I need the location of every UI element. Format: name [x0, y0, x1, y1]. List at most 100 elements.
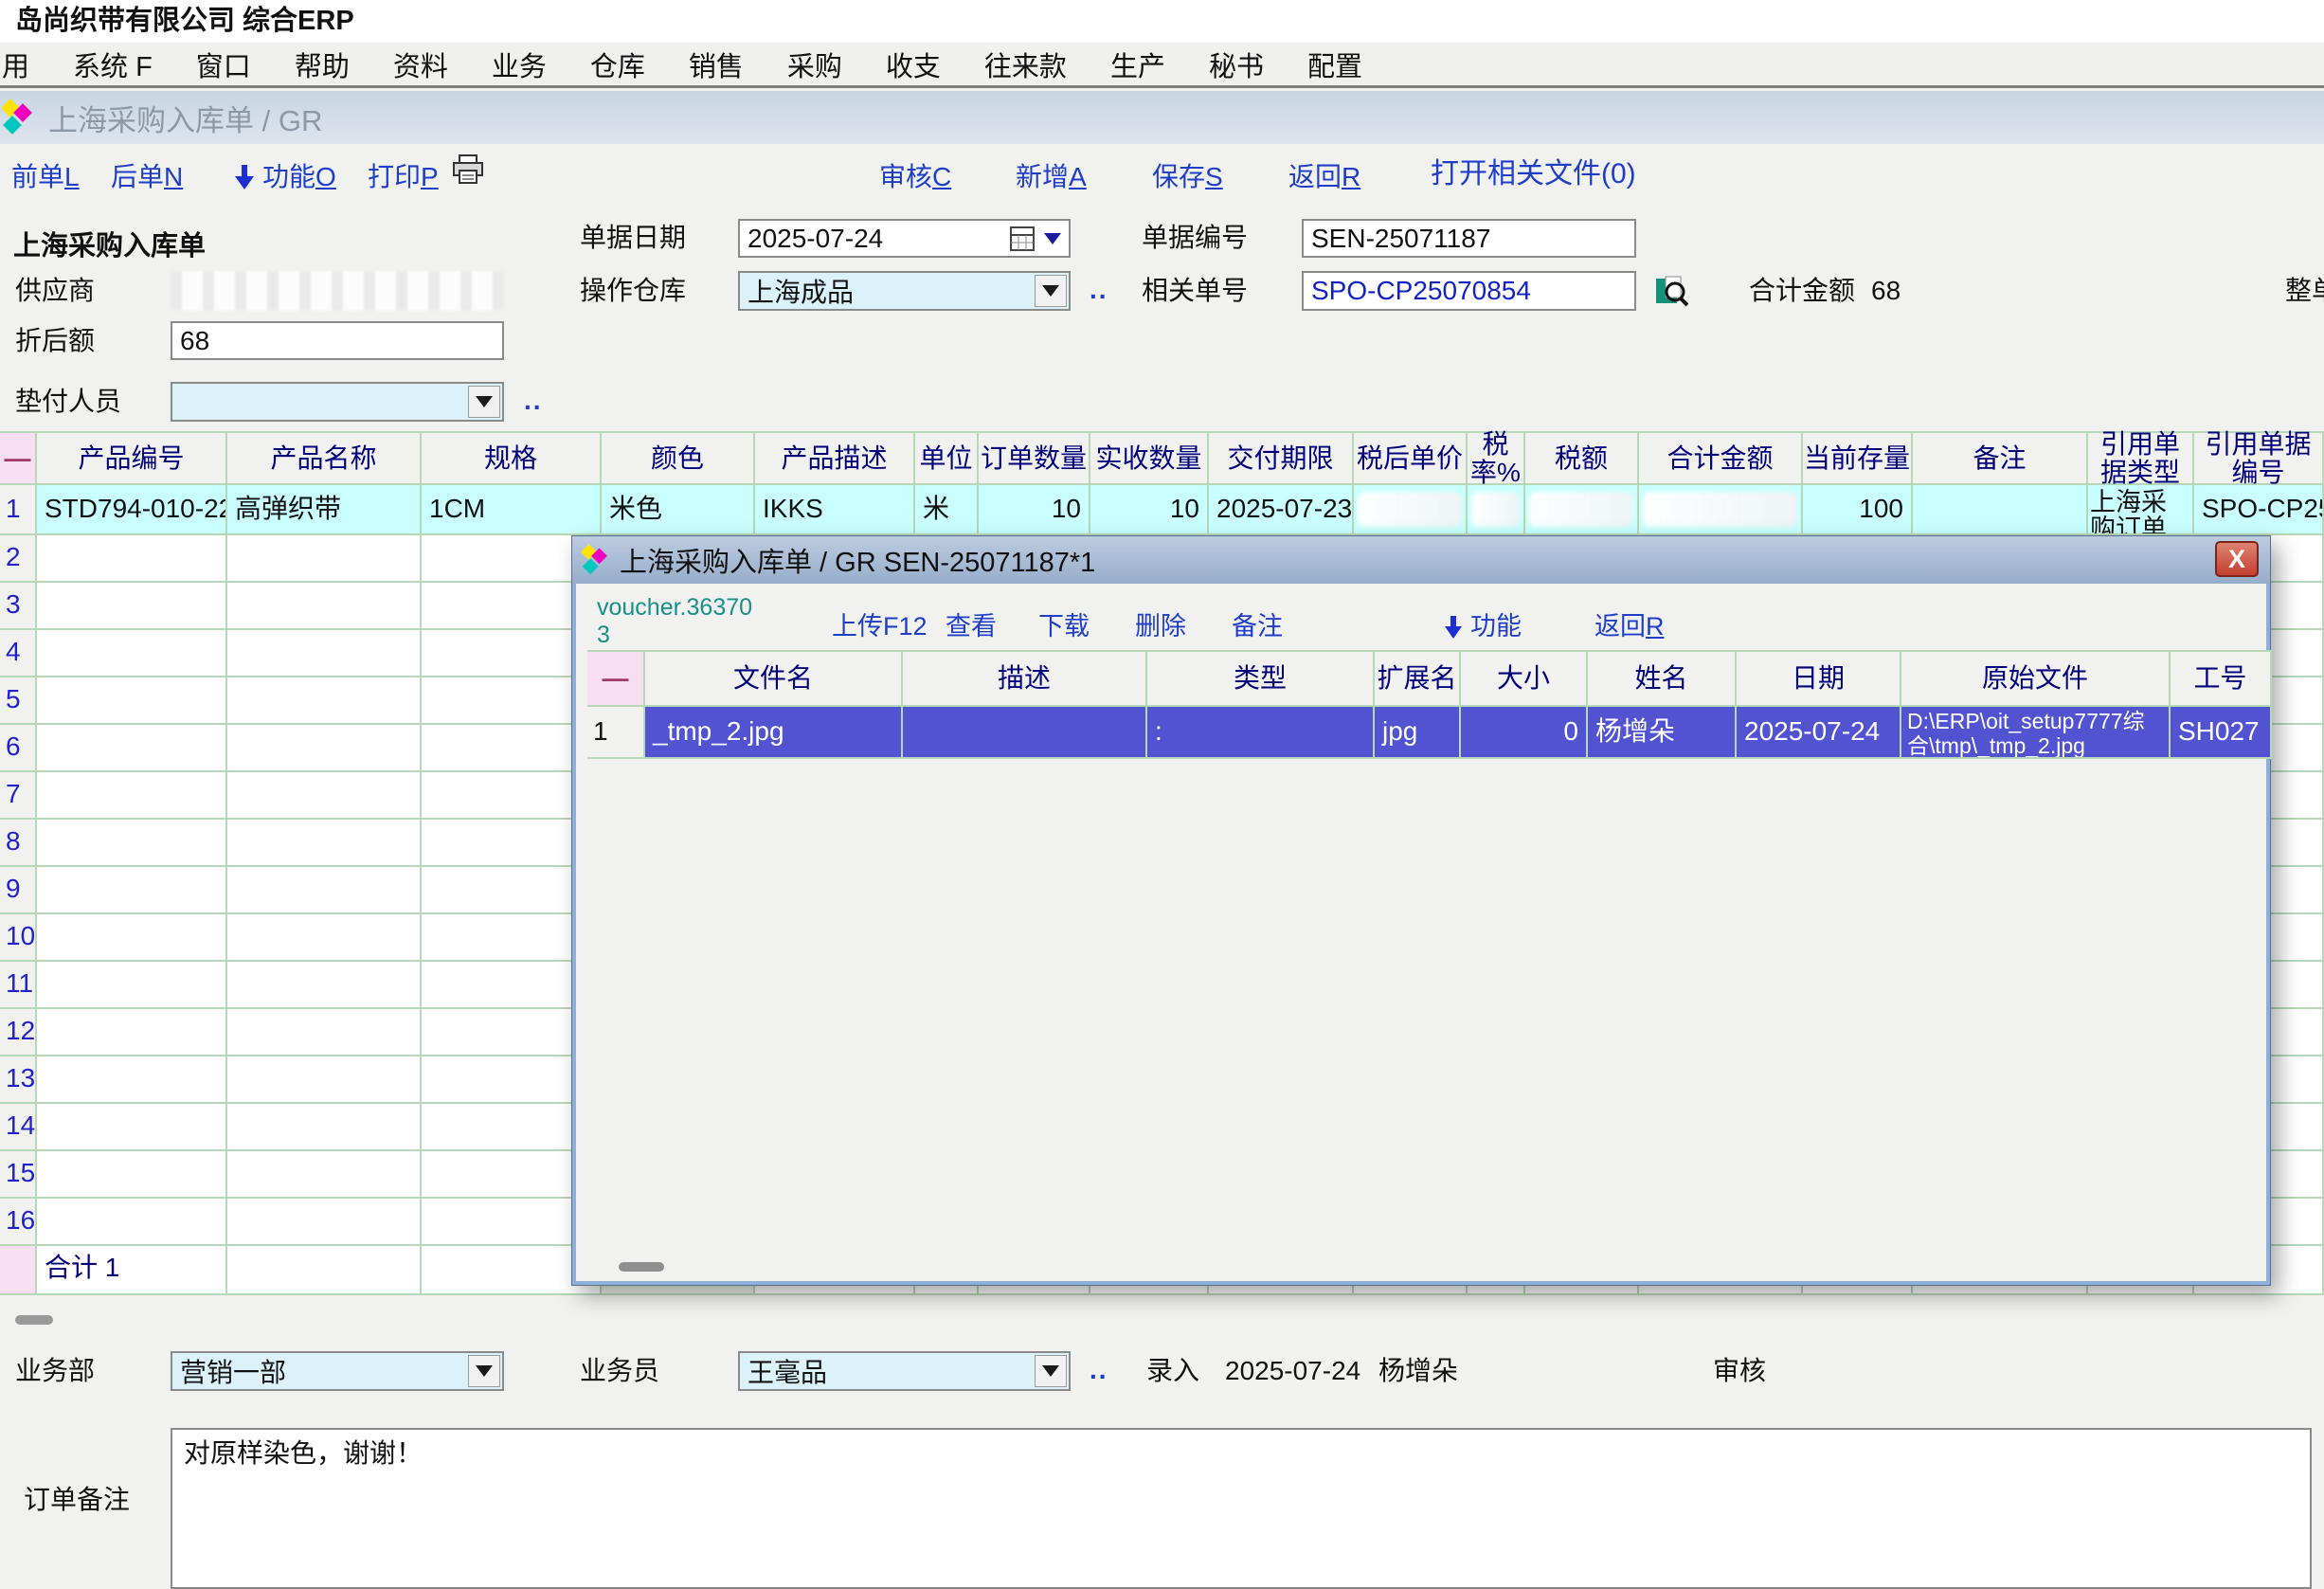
related-no-field[interactable]: SPO-CP25070854 [1302, 271, 1636, 311]
date-dropdown-arrow[interactable] [1044, 233, 1061, 244]
menu-item[interactable]: 窗口 [174, 45, 273, 84]
grid-cell[interactable]: 杨增朵 [1588, 707, 1737, 759]
row-number-cell[interactable]: 16 [0, 1199, 37, 1246]
menu-item[interactable]: 系统 F [51, 45, 174, 84]
save-button[interactable]: 保存S [1152, 156, 1223, 194]
function-menu-button[interactable]: 功能O [234, 156, 336, 194]
menu-item[interactable]: 销售 [667, 45, 766, 84]
grid-cell[interactable] [37, 535, 227, 583]
grid-cell[interactable]: 高弹织带 [227, 485, 422, 535]
grid-cell[interactable] [227, 867, 422, 914]
grid-cell[interactable]: jpg [1375, 707, 1461, 759]
grid-cell[interactable] [227, 1104, 422, 1151]
horizontal-scrollbar-thumb[interactable] [619, 1262, 664, 1272]
grid-cell[interactable] [37, 772, 227, 820]
open-related-files-button[interactable]: 打开相关文件(0) [1431, 150, 1636, 191]
supplier-value-redacted[interactable] [171, 271, 504, 311]
grid-cell[interactable]: SH027 [2171, 707, 2272, 759]
row-number-cell[interactable]: 15 [0, 1151, 37, 1199]
row-number-cell[interactable]: 3 [0, 583, 37, 630]
discount-field[interactable]: 68 [171, 321, 504, 360]
close-icon[interactable]: X [2215, 541, 2259, 577]
grid-cell[interactable] [37, 677, 227, 725]
advance-person-combobox[interactable] [171, 382, 504, 422]
add-button[interactable]: 新增A [1016, 156, 1087, 194]
download-button[interactable]: 下载 [1038, 605, 1090, 642]
prev-doc-button[interactable]: 前单L [11, 156, 80, 194]
splitter-handle[interactable] [15, 1315, 53, 1325]
grid-cell[interactable]: 1CM [422, 485, 602, 535]
row-number-cell[interactable]: 6 [0, 725, 37, 772]
menu-item[interactable]: 生产 [1089, 45, 1187, 84]
delete-button[interactable]: 删除 [1135, 605, 1186, 642]
audit-button[interactable]: 审核C [879, 156, 951, 194]
row-number-cell[interactable]: 2 [0, 535, 37, 583]
grid-cell[interactable] [37, 1199, 227, 1246]
grid-cell[interactable] [1468, 485, 1525, 535]
grid-cell[interactable] [227, 1151, 422, 1199]
grid-cell[interactable]: 2025-07-24 [1737, 707, 1901, 759]
row-number-cell[interactable]: 8 [0, 820, 37, 867]
menu-item[interactable]: 帮助 [273, 45, 371, 84]
grid-cell[interactable] [227, 820, 422, 867]
grid-cell[interactable]: 0 [1461, 707, 1588, 759]
grid-cell[interactable] [37, 725, 227, 772]
grid-cell[interactable]: STD794-010-228 [37, 485, 227, 535]
dialog-function-button[interactable]: 功能 [1444, 605, 1522, 642]
advance-person-more-button[interactable]: .. [524, 386, 543, 416]
back-button[interactable]: 返回R [1288, 156, 1360, 194]
menu-item[interactable]: 秘书 [1187, 45, 1286, 84]
grid-cell[interactable]: 100 [1803, 485, 1913, 535]
doc-date-field[interactable]: 2025-07-24 [738, 219, 1071, 258]
lookup-magnifier-icon[interactable] [1656, 275, 1690, 307]
dept-combobox[interactable]: 营销一部 [171, 1351, 504, 1391]
row-number-cell[interactable]: 1 [587, 707, 645, 759]
grid-cell[interactable] [37, 962, 227, 1009]
grid-cell[interactable] [37, 1056, 227, 1104]
grid-cell[interactable]: _tmp_2.jpg [645, 707, 903, 759]
grid-cell[interactable]: 米色 [602, 485, 755, 535]
grid-cell[interactable] [227, 914, 422, 962]
grid-cell[interactable]: SPO-CP25070854 [2194, 485, 2324, 535]
remark-button[interactable]: 备注 [1232, 605, 1283, 642]
row-number-cell[interactable]: 13 [0, 1056, 37, 1104]
grid-cell[interactable] [1525, 485, 1639, 535]
grid-cell[interactable] [37, 867, 227, 914]
grid-cell[interactable]: 米 [915, 485, 979, 535]
grid-cell[interactable] [1639, 485, 1803, 535]
grid-cell[interactable] [227, 677, 422, 725]
grid-cell[interactable] [37, 1151, 227, 1199]
grid-cell[interactable] [227, 535, 422, 583]
menu-item[interactable]: 采购 [766, 45, 864, 84]
menu-item[interactable]: 往来款 [963, 45, 1089, 84]
grid-cell[interactable] [227, 725, 422, 772]
dialog-back-button[interactable]: 返回R [1594, 605, 1665, 642]
grid-cell[interactable]: IKKS [755, 485, 915, 535]
row-number-cell[interactable]: 10 [0, 914, 37, 962]
grid-cell[interactable] [37, 1009, 227, 1056]
grid-cell[interactable]: 10 [979, 485, 1090, 535]
grid-cell[interactable] [227, 772, 422, 820]
printer-icon[interactable] [452, 154, 484, 185]
menu-item[interactable]: 仓库 [568, 45, 667, 84]
grid-cell[interactable] [227, 1199, 422, 1246]
row-number-cell[interactable]: 1 [0, 485, 37, 535]
grid-cell[interactable] [227, 583, 422, 630]
menu-item[interactable]: 用 [0, 45, 51, 84]
menu-item[interactable]: 配置 [1286, 45, 1384, 84]
grid-cell[interactable] [227, 1009, 422, 1056]
grid-cell[interactable] [37, 914, 227, 962]
view-button[interactable]: 查看 [946, 605, 997, 642]
order-remark-textarea[interactable]: 对原样染色，谢谢！ [171, 1428, 2312, 1589]
warehouse-more-button[interactable]: .. [1090, 275, 1108, 305]
grid-cell[interactable] [227, 630, 422, 677]
grid-cell[interactable]: 2025-07-23 [1209, 485, 1354, 535]
grid-cell[interactable] [1354, 485, 1468, 535]
row-number-cell[interactable]: 4 [0, 630, 37, 677]
advance-person-dropdown-button[interactable] [468, 386, 500, 418]
salesman-more-button[interactable]: .. [1090, 1355, 1108, 1385]
grid-cell[interactable] [37, 630, 227, 677]
warehouse-dropdown-button[interactable] [1035, 275, 1067, 307]
row-number-cell[interactable]: 5 [0, 677, 37, 725]
upload-button[interactable]: 上传F12 [832, 605, 928, 642]
